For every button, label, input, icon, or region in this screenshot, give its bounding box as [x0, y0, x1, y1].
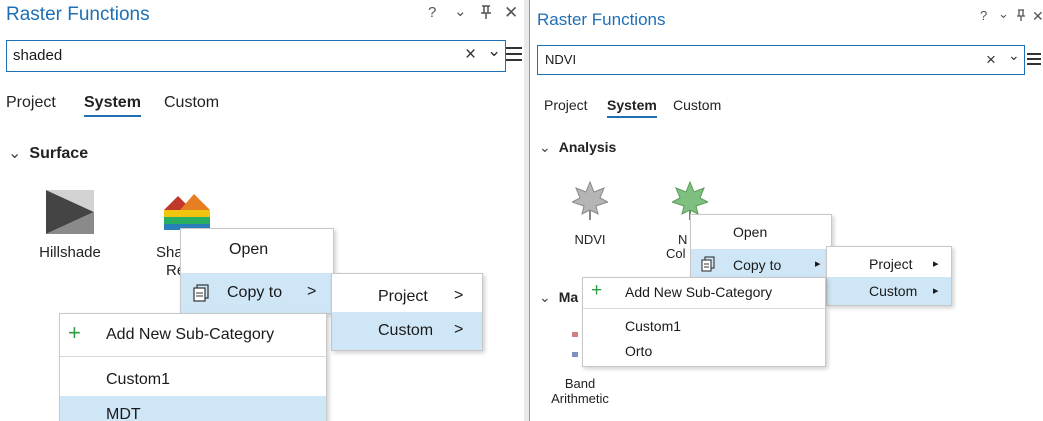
custom-item-label: Custom1: [625, 318, 682, 334]
close-button[interactable]: ✕: [504, 3, 518, 23]
context-menu: Open Copy to ▸: [690, 214, 832, 282]
help-button[interactable]: ?: [980, 8, 987, 23]
clear-search-icon[interactable]: ×: [986, 50, 996, 70]
category-label: Analysis: [558, 139, 617, 155]
custom-item-custom1[interactable]: Custom1: [60, 362, 326, 396]
copy-icon: [701, 256, 715, 272]
search-input[interactable]: shaded × ⌄: [6, 40, 506, 72]
copy-icon: [193, 284, 209, 302]
tab-custom[interactable]: Custom: [673, 97, 721, 113]
custom-item-orto[interactable]: Orto: [583, 338, 825, 364]
tab-system[interactable]: System: [607, 97, 657, 118]
category-label: Surface: [29, 145, 89, 162]
submenu-item-custom[interactable]: Custom >: [332, 312, 482, 350]
menu-separator: [583, 308, 825, 309]
copy-to-submenu: Project ▸ Custom ▸: [826, 246, 952, 306]
menu-item-open[interactable]: Open: [181, 229, 333, 269]
custom-item-label: Custom1: [106, 371, 171, 388]
custom-submenu: + Add New Sub-Category Custom1 Orto: [582, 277, 826, 367]
search-dropdown-icon[interactable]: ⌄: [1008, 47, 1020, 64]
leaf-gray-icon[interactable]: [572, 180, 608, 220]
tab-custom[interactable]: Custom: [164, 94, 219, 112]
custom-item-mdt[interactable]: MDT: [60, 396, 326, 421]
hamburger-menu-icon[interactable]: [506, 46, 522, 62]
left-raster-functions-pane: Raster Functions ? ⌄ ✕ shaded × ⌄ Projec…: [0, 0, 525, 421]
submenu-item-project-label: Project: [869, 256, 913, 272]
submenu-arrow-icon: ▸: [933, 285, 939, 297]
pin-icon[interactable]: [480, 4, 492, 20]
right-raster-functions-pane: Raster Functions ? ⌄ ✕ NDVI × ⌄ Project …: [529, 0, 1043, 421]
chevron-down-icon: ⌄: [539, 289, 551, 305]
close-button[interactable]: ✕: [1032, 8, 1043, 25]
submenu-item-project[interactable]: Project ▸: [827, 249, 951, 277]
pin-icon[interactable]: [1016, 8, 1026, 22]
add-new-sub-category-item[interactable]: + Add New Sub-Category: [583, 278, 825, 306]
submenu-item-custom-label: Custom: [869, 283, 918, 299]
submenu-arrow-icon: >: [454, 321, 464, 338]
search-value: shaded: [13, 47, 63, 64]
menu-item-copy-to[interactable]: Copy to >: [181, 273, 333, 313]
ndvi-label: NDVI: [574, 232, 606, 247]
window-controls: ? ⌄ ✕: [428, 2, 524, 24]
chevron-down-icon: ⌄: [8, 145, 22, 162]
help-button[interactable]: ?: [428, 4, 436, 21]
hamburger-menu-icon[interactable]: [1027, 52, 1041, 66]
category-analysis-header[interactable]: ⌄ Analysis: [539, 139, 616, 156]
submenu-item-project[interactable]: Project >: [332, 278, 482, 312]
window-controls: ? ⌄ ✕: [980, 6, 1043, 26]
category-math-header[interactable]: ⌄ Ma: [539, 289, 578, 306]
options-dropdown-icon[interactable]: ⌄: [998, 6, 1009, 22]
submenu-arrow-icon: ▸: [933, 258, 939, 270]
plus-icon: +: [68, 320, 81, 345]
search-input[interactable]: NDVI × ⌄: [537, 45, 1025, 75]
submenu-arrow-icon: >: [454, 287, 464, 304]
search-dropdown-icon[interactable]: ⌄: [487, 41, 501, 61]
chevron-down-icon: ⌄: [539, 139, 551, 155]
pane-title: Raster Functions: [537, 10, 666, 29]
options-dropdown-icon[interactable]: ⌄: [454, 2, 467, 20]
menu-item-open-label: Open: [733, 224, 768, 240]
submenu-item-project-label: Project: [378, 288, 428, 305]
menu-item-open[interactable]: Open: [691, 215, 831, 247]
menu-item-copy-to-label: Copy to: [227, 284, 283, 301]
menu-separator: [60, 356, 326, 357]
menu-item-open-label: Open: [229, 241, 269, 258]
custom-item-label: Orto: [625, 343, 653, 359]
category-surface-header[interactable]: ⌄ Surface: [8, 143, 88, 163]
submenu-item-custom[interactable]: Custom ▸: [827, 277, 951, 305]
copy-to-submenu: Project > Custom >: [331, 273, 483, 351]
add-new-sub-category-item[interactable]: + Add New Sub-Category: [60, 314, 326, 354]
custom-submenu: + Add New Sub-Category Custom1 MDT: [59, 313, 327, 421]
category-label: Ma: [558, 289, 579, 305]
clear-search-icon[interactable]: ×: [465, 44, 476, 66]
custom-item-label: MDT: [106, 406, 141, 421]
context-menu: Open Copy to >: [180, 228, 334, 314]
search-value: NDVI: [545, 52, 577, 67]
hillshade-icon[interactable]: [46, 190, 94, 234]
plus-icon: +: [591, 280, 603, 301]
band-arithmetic-label-line1: Band: [564, 376, 596, 391]
custom-item-custom1[interactable]: Custom1: [583, 312, 825, 338]
hillshade-label: Hillshade: [39, 244, 101, 261]
tab-project[interactable]: Project: [544, 97, 588, 113]
tab-system[interactable]: System: [84, 94, 141, 117]
submenu-item-custom-label: Custom: [378, 322, 434, 339]
add-new-sub-category-label: Add New Sub-Category: [625, 284, 773, 300]
shaded-relief-icon[interactable]: [164, 192, 212, 232]
submenu-arrow-icon: >: [307, 283, 317, 300]
add-new-sub-category-label: Add New Sub-Category: [106, 326, 275, 343]
tab-project[interactable]: Project: [6, 94, 56, 112]
band-arithmetic-label-line2: Arithmetic: [551, 391, 609, 406]
submenu-arrow-icon: ▸: [815, 258, 821, 270]
menu-item-copy-to-label: Copy to: [733, 257, 782, 273]
pane-title: Raster Functions: [6, 4, 150, 25]
